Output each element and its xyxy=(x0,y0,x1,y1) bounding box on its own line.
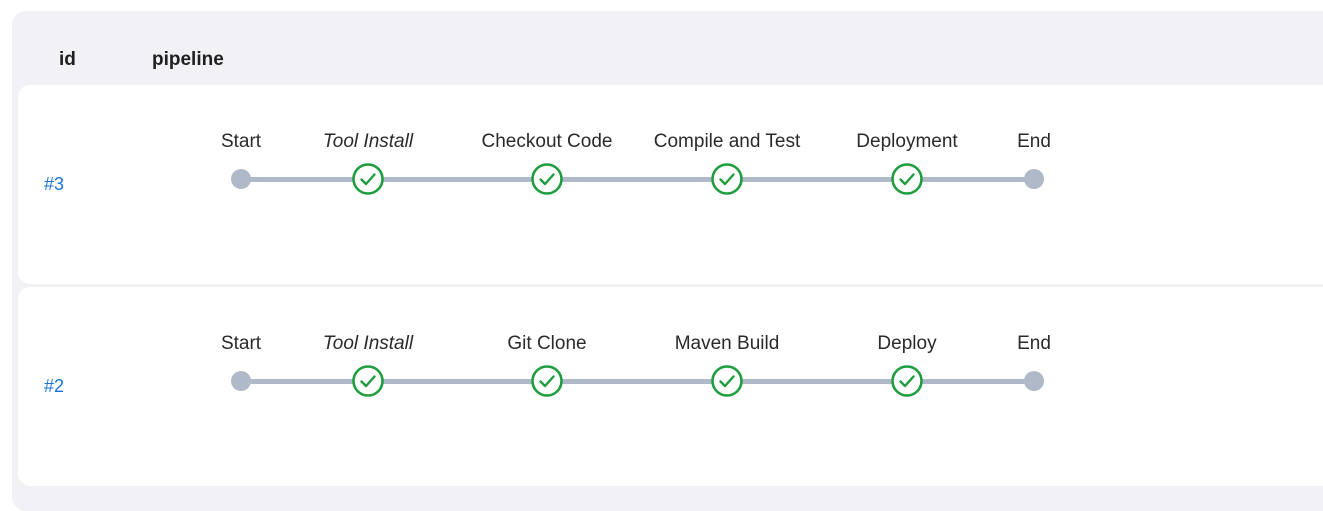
stage-label: Git Clone xyxy=(507,333,587,354)
table-row: #2 Start Tool Install Git Clone Maven Build… xyxy=(18,287,1323,486)
check-circle-icon[interactable] xyxy=(531,365,563,397)
run-id-link[interactable]: #3 xyxy=(44,174,64,195)
stage-label: Deployment xyxy=(856,131,958,152)
stage-label: Checkout Code xyxy=(481,131,613,152)
stage-label: Start xyxy=(220,333,262,354)
stage-label: End xyxy=(1017,333,1051,354)
table-row: #3 Start Tool Install Checkout Code Compile… xyxy=(18,85,1323,284)
check-circle-icon[interactable] xyxy=(891,163,923,195)
stage-label: Compile and Test xyxy=(653,131,801,152)
check-circle-icon[interactable] xyxy=(352,163,384,195)
column-header-pipeline: pipeline xyxy=(152,49,224,70)
stage-label: Tool Install xyxy=(322,131,414,152)
check-circle-icon[interactable] xyxy=(711,163,743,195)
end-node-icon xyxy=(1024,169,1044,189)
end-node-icon xyxy=(1024,371,1044,391)
stage-label: Maven Build xyxy=(674,333,780,354)
stage-label: Deploy xyxy=(877,333,937,354)
stage-label: End xyxy=(1017,131,1051,152)
start-node-icon xyxy=(231,371,251,391)
check-circle-icon[interactable] xyxy=(891,365,923,397)
start-node-icon xyxy=(231,169,251,189)
check-circle-icon[interactable] xyxy=(531,163,563,195)
column-header-id: id xyxy=(59,49,76,70)
run-id-link[interactable]: #2 xyxy=(44,376,64,397)
stage-label: Tool Install xyxy=(322,333,414,354)
check-circle-icon[interactable] xyxy=(711,365,743,397)
check-circle-icon[interactable] xyxy=(352,365,384,397)
stage-label: Start xyxy=(220,131,262,152)
